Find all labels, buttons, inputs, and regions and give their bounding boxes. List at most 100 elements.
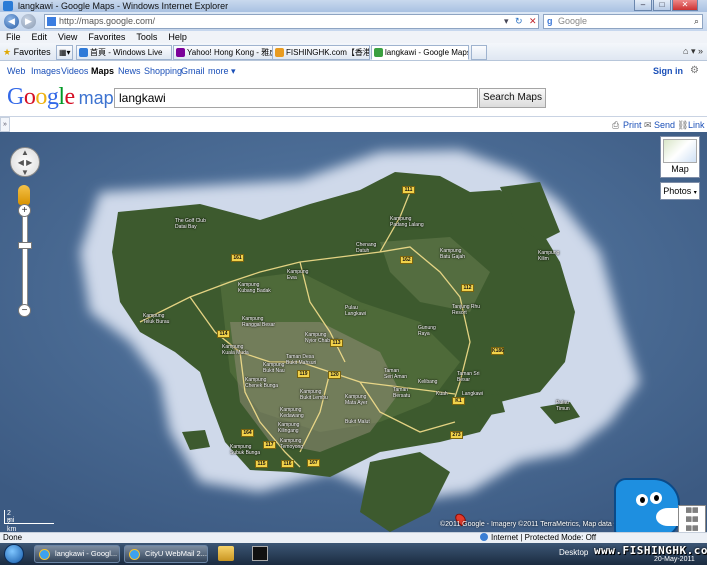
magnifier-icon[interactable]: ⌕ xyxy=(694,15,699,28)
pegman-icon[interactable] xyxy=(18,185,30,205)
route-shield: 164 xyxy=(241,429,254,437)
map-label: Tanjung Rhu Resort xyxy=(452,304,481,316)
route-shield: K186 xyxy=(491,347,504,355)
security-zone[interactable]: Internet | Protected Mode: Off xyxy=(480,533,596,543)
url-text: http://maps.google.com/ xyxy=(59,16,156,26)
tab-google-maps[interactable]: langkawi - Google Maps xyxy=(371,45,469,60)
tab-fishinghk[interactable]: FISHINGHK.com【香港魚... xyxy=(272,45,370,60)
stop-icon[interactable]: ✕ xyxy=(529,15,537,28)
status-bar: Done Internet | Protected Mode: Off xyxy=(0,532,707,543)
toolbar-tools[interactable]: ⌂ ▾ » xyxy=(683,46,703,57)
ie-icon xyxy=(129,549,140,560)
map-label: Pulau Langkawi xyxy=(345,305,367,317)
zoom-in-button[interactable]: + xyxy=(18,204,31,217)
route-shield: 115 xyxy=(255,460,268,468)
menu-edit[interactable]: Edit xyxy=(32,31,48,43)
refresh-icon[interactable]: ↻ xyxy=(515,15,523,28)
zoom-handle[interactable] xyxy=(18,242,32,249)
route-shield: 162 xyxy=(400,256,413,264)
gbar-maps-link[interactable]: Maps xyxy=(91,66,114,76)
forward-button[interactable]: ▶ xyxy=(21,14,36,29)
google-maps-logo[interactable]: Google maps xyxy=(7,84,123,111)
command-prompt-icon[interactable] xyxy=(252,546,268,561)
search-maps-button[interactable]: Search Maps xyxy=(479,88,546,108)
maximize-button[interactable]: □ xyxy=(653,0,671,11)
menu-tools[interactable]: Tools xyxy=(136,31,157,43)
logo-letters: Google xyxy=(7,84,75,110)
map-label: Bukit Malut xyxy=(345,419,370,425)
photos-button[interactable]: Photos ▾ xyxy=(660,182,700,200)
satellite-imagery xyxy=(0,132,707,532)
gbar-gmail-link[interactable]: Gmail xyxy=(181,66,205,76)
map-label: Taman Sri Besar xyxy=(457,371,480,383)
menu-help[interactable]: Help xyxy=(168,31,187,43)
gbar-more-link[interactable]: more ▾ xyxy=(208,66,236,77)
gbar-shopping-link[interactable]: Shopping xyxy=(144,66,182,76)
gbar-images-link[interactable]: Images xyxy=(31,66,61,76)
start-button[interactable] xyxy=(4,544,24,564)
map-type-button[interactable]: Map xyxy=(660,136,700,178)
taskbar-button-webmail[interactable]: CityU WebMail 2... xyxy=(124,545,208,563)
title-bar: langkawi - Google Maps - Windows Interne… xyxy=(0,0,707,12)
clock-date[interactable]: 20-May-2011 xyxy=(654,556,695,563)
collapse-panel-button[interactable]: » xyxy=(0,117,10,132)
favorites-button[interactable]: ★ Favorites xyxy=(3,46,51,58)
search-field[interactable]: g Google ⌕ xyxy=(543,14,703,29)
route-shield: 117 xyxy=(263,441,276,449)
url-field[interactable]: http://maps.google.com/ ▾ ↻ ✕ xyxy=(44,14,539,29)
pan-control-icon[interactable]: ▲ ◀ ▶ ▼ xyxy=(10,147,40,177)
print-link[interactable]: Print xyxy=(623,120,642,130)
back-button[interactable]: ◀ xyxy=(4,14,19,29)
gbar-news-link[interactable]: News xyxy=(118,66,141,76)
gear-icon[interactable]: ⚙ xyxy=(690,65,699,76)
route-shield: 113 xyxy=(330,339,343,347)
quick-tabs-button[interactable]: ▦▾ xyxy=(56,45,73,60)
maps-search-input[interactable]: langkawi xyxy=(114,88,478,108)
desktop-toolbar[interactable]: Desktop xyxy=(559,548,588,557)
tab-yahoo[interactable]: Yahoo! Hong Kong - 雅虎... xyxy=(173,45,278,60)
map-label: Kampung Kuala Muda xyxy=(222,344,249,356)
menu-file[interactable]: File xyxy=(6,31,21,43)
send-link[interactable]: Send xyxy=(654,120,675,130)
map-link-row: » ⎙ Print ✉ Send ⛓ Link xyxy=(0,117,707,132)
scale-km: 2 km xyxy=(7,519,17,532)
tab-label: langkawi - Google Maps xyxy=(385,48,469,57)
sign-in-link[interactable]: Sign in xyxy=(653,66,683,76)
map-label: Kampung Bukit Nau xyxy=(263,362,285,374)
route-shield: 161 xyxy=(231,254,244,262)
taskbar-button-ie[interactable]: langkawi - Googl... xyxy=(34,545,120,563)
map-canvas[interactable]: The Golf Club Datai Bay Kampung Padang L… xyxy=(0,132,707,532)
input-grid-icon[interactable]: ▦▦ ▦▦ ▦▦ xyxy=(678,505,706,535)
new-tab-button[interactable] xyxy=(471,45,487,60)
tab-windows-live[interactable]: 首頁 - Windows Live xyxy=(76,45,172,60)
menu-view[interactable]: View xyxy=(58,31,77,43)
mascot-eye xyxy=(636,494,648,506)
gbar-videos-link[interactable]: Videos xyxy=(61,66,88,76)
minimize-button[interactable]: – xyxy=(634,0,652,11)
folder-icon[interactable] xyxy=(218,546,234,561)
taskbar-label: CityU WebMail 2... xyxy=(145,549,207,558)
envelope-icon: ✉ xyxy=(644,120,652,130)
map-label: The Golf Club Datai Bay xyxy=(175,218,206,230)
gbar-web-link[interactable]: Web xyxy=(7,66,25,76)
link-link[interactable]: Link xyxy=(688,120,705,130)
menu-favorites[interactable]: Favorites xyxy=(88,31,125,43)
fishinghk-mascot-logo xyxy=(614,478,680,538)
map-label: Kampung Temoyong xyxy=(280,438,304,450)
map-label: Kampung Mata Ayer xyxy=(345,394,368,406)
maps-header: Google maps langkawi Search Maps xyxy=(0,80,707,117)
taskbar-label: langkawi - Googl... xyxy=(55,549,118,558)
map-label: Gunung Raya xyxy=(418,325,436,337)
zoom-out-button[interactable]: − xyxy=(18,304,31,317)
dropdown-icon[interactable]: ▾ xyxy=(504,15,509,28)
favorites-bar: ★ Favorites ▦▾ 首頁 - Windows Live Yahoo! … xyxy=(0,43,707,61)
route-shield: 273 xyxy=(450,431,463,439)
google-favicon xyxy=(47,17,56,26)
google-maps-icon xyxy=(374,48,383,57)
map-label: Taman Seri Aman xyxy=(384,368,408,380)
map-label: Kuah xyxy=(436,391,448,397)
close-button[interactable]: ✕ xyxy=(672,0,698,11)
zoom-slider[interactable] xyxy=(22,211,28,307)
tab-label: 首頁 - Windows Live xyxy=(90,48,163,57)
google-bar: Web Images Videos Maps News Shopping Gma… xyxy=(0,61,707,80)
